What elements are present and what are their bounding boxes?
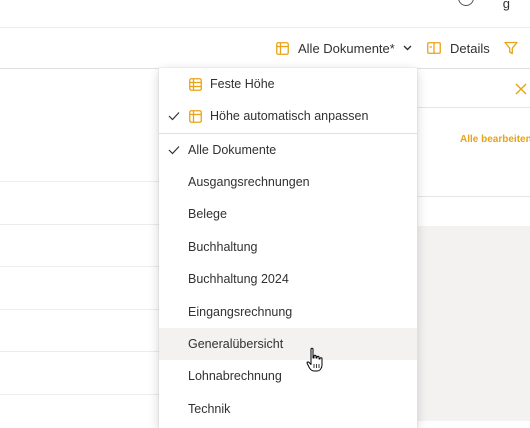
menu-item-label: Generalübersicht [188,337,284,351]
details-button[interactable]: Details [427,28,490,68]
menu-item-label: Buchhaltung 2024 [188,272,289,286]
topbar-label: g [502,0,510,11]
list-row-divider [0,266,159,267]
checkmark-icon [168,112,180,121]
menu-item-label: Lohnabrechnung [188,369,282,383]
close-icon[interactable] [512,79,530,97]
list-row-divider [0,351,159,352]
details-pane-icon [427,42,441,54]
list-row-divider [0,309,159,310]
list-row-divider [0,181,159,182]
menu-item-label: Belege [188,207,227,221]
menu-item-label: Buchhaltung [188,240,258,254]
menu-item-label: Feste Höhe [210,77,275,91]
filter-button[interactable] [504,28,518,68]
filter-icon [504,41,518,55]
hand-cursor-icon [306,347,323,372]
list-row-divider [0,394,159,395]
menu-item-fixed-height[interactable]: Feste Höhe [159,68,417,100]
menu-item-label: Alle Dokumente [188,143,277,157]
menu-item-view-eingangsrechnung[interactable]: Eingangsrechnung [159,296,417,328]
menu-item-label: Technik [188,402,231,416]
top-bar: g [0,0,530,28]
menu-item-auto-height[interactable]: Höhe automatisch anpassen [159,100,417,132]
chevron-down-icon [403,45,412,51]
checkmark-icon [168,146,180,155]
details-panel-content [418,226,530,421]
table-icon [189,78,202,91]
table-icon [189,110,202,123]
view-selector-label: Alle Dokumente* [298,40,395,56]
menu-item-view-belege[interactable]: Belege [159,198,417,230]
menu-item-view-alle-dokumente[interactable]: Alle Dokumente [159,134,417,166]
menu-item-label: Eingangsrechnung [188,305,293,319]
table-view-icon [276,41,289,55]
details-label: Details [450,40,490,56]
list-row-divider [0,224,159,225]
help-icon[interactable] [458,0,474,6]
menu-item-view-technik[interactable]: Technik [159,393,417,425]
menu-item-view-buchhaltung[interactable]: Buchhaltung [159,231,417,263]
command-bar: Alle Dokumente* Details [0,28,530,69]
view-options-menu: Feste Höhe Höhe automatisch anpassen All… [159,68,417,428]
menu-item-label: Höhe automatisch anpassen [210,109,369,123]
view-selector-button[interactable]: Alle Dokumente* [276,28,412,68]
menu-item-label: Ausgangsrechnungen [188,175,310,189]
menu-item-view-generaluebersicht[interactable]: Generalübersicht [159,328,417,360]
menu-item-view-ausgangsrechnungen[interactable]: Ausgangsrechnungen [159,166,417,198]
panel-divider [418,196,530,197]
menu-item-view-buchhaltung-2024[interactable]: Buchhaltung 2024 [159,263,417,295]
menu-item-view-lohnabrechnung[interactable]: Lohnabrechnung [159,360,417,392]
edit-all-link[interactable]: Alle bearbeiten [460,134,530,145]
